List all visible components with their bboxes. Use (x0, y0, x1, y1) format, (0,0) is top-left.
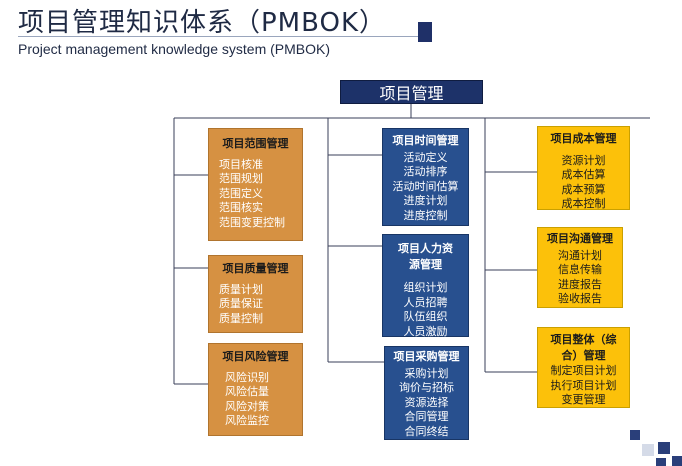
area-item: 人员招聘 (403, 295, 448, 309)
area-title-integration: 项目整体（综合）管理 (550, 333, 617, 362)
area-item: 质量控制 (219, 311, 263, 325)
root-box-project-management: 项目管理 (340, 80, 483, 104)
area-title-communication: 项目沟通管理 (547, 232, 613, 245)
area-title-hr: 项目人力资源管理 (398, 242, 453, 271)
area-items-procurement: 采购计划 询价与招标 资源选择 合同管理 合同终结 (385, 367, 468, 440)
area-item: 执行项目计划 (550, 378, 617, 392)
area-item: 成本估算 (561, 168, 606, 181)
area-item: 风险估量 (225, 385, 269, 398)
area-item: 制定项目计划 (550, 364, 617, 377)
area-item: 范围核实 (219, 201, 263, 214)
area-item: 人员激励 (403, 324, 448, 338)
area-item: 信息传输 (558, 263, 602, 276)
area-item: 活动排序 (403, 165, 448, 178)
area-items-hr: 组织计划 人员招聘 队伍组织 人员激励 (383, 281, 468, 339)
area-items-risk: 风险识别 风险估量 风险对策 风险监控 (209, 371, 302, 429)
area-item: 范围变更控制 (219, 215, 285, 229)
area-box-quality: 项目质量管理 质量计划 质量保证 质量控制 (208, 255, 303, 333)
area-title-risk: 项目风险管理 (222, 350, 289, 363)
area-item: 组织计划 (403, 281, 448, 294)
area-title-cost: 项目成本管理 (550, 132, 617, 145)
area-box-scope: 项目范围管理 项目核准 范围规划 范围定义 范围核实 范围变更控制 (208, 128, 303, 241)
area-item: 风险对策 (225, 399, 269, 413)
area-item: 沟通计划 (558, 248, 602, 262)
area-box-communication: 项目沟通管理 沟通计划 信息传输 进度报告 验收报告 (537, 227, 623, 308)
area-title-time: 项目时间管理 (392, 134, 459, 147)
area-box-cost: 项目成本管理 资源计划 成本估算 成本预算 成本控制 (537, 126, 630, 210)
area-item: 队伍组织 (403, 310, 448, 323)
area-box-risk: 项目风险管理 风险识别 风险估量 风险对策 风险监控 (208, 343, 303, 436)
area-item: 合同终结 (404, 424, 449, 438)
area-item: 成本控制 (561, 197, 606, 210)
area-item: 变更管理 (561, 393, 606, 406)
area-title-quality: 项目质量管理 (222, 262, 289, 275)
area-items-cost: 资源计划 成本估算 成本预算 成本控制 (538, 154, 629, 212)
area-item: 风险监控 (225, 414, 269, 427)
area-title-procurement: 项目采购管理 (393, 350, 460, 363)
area-item: 验收报告 (558, 292, 602, 305)
corner-decoration (630, 430, 682, 466)
area-box-time: 项目时间管理 活动定义 活动排序 活动时间估算 进度计划 进度控制 (382, 128, 469, 226)
area-item: 资源选择 (404, 395, 449, 409)
area-item: 进度控制 (403, 208, 448, 222)
area-box-hr: 项目人力资源管理 组织计划 人员招聘 队伍组织 人员激励 (382, 234, 469, 339)
area-item: 质量保证 (219, 297, 263, 310)
area-box-integration: 项目整体（综合）管理 制定项目计划 执行项目计划 变更管理 (537, 327, 630, 408)
area-item: 风险识别 (225, 370, 269, 384)
area-title-scope: 项目范围管理 (222, 137, 289, 150)
area-item: 范围规划 (219, 172, 263, 185)
area-item: 询价与招标 (399, 381, 454, 394)
area-item: 成本预算 (561, 182, 606, 196)
area-item: 范围定义 (219, 186, 263, 200)
area-items-scope: 项目核准 范围规划 范围定义 范围核实 范围变更控制 (209, 158, 302, 231)
area-items-quality: 质量计划 质量保证 质量控制 (209, 283, 302, 327)
area-item: 采购计划 (404, 366, 449, 380)
area-item: 质量计划 (219, 282, 263, 296)
area-item: 进度计划 (403, 194, 448, 207)
area-item: 进度报告 (558, 277, 602, 291)
area-item: 合同管理 (404, 410, 449, 423)
area-box-procurement: 项目采购管理 采购计划 询价与招标 资源选择 合同管理 合同终结 (384, 346, 469, 440)
area-item: 资源计划 (561, 153, 606, 167)
area-items-communication: 沟通计划 信息传输 进度报告 验收报告 (538, 249, 622, 307)
area-item: 活动时间估算 (392, 179, 459, 193)
area-items-time: 活动定义 活动排序 活动时间估算 进度计划 进度控制 (383, 151, 468, 224)
area-item: 活动定义 (403, 150, 448, 164)
area-items-integration: 制定项目计划 执行项目计划 变更管理 (538, 364, 629, 408)
area-item: 项目核准 (219, 157, 263, 171)
